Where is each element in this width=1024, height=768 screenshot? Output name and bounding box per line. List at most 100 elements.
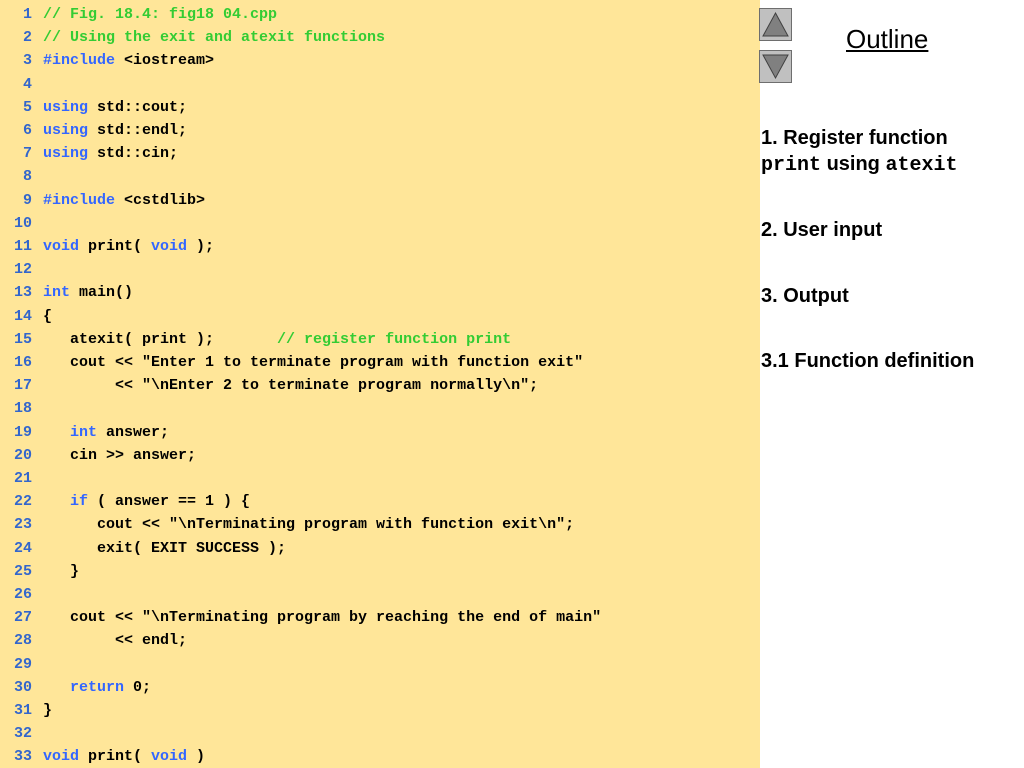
code-line: 23 cout << "\nTerminating program with f… [0,513,574,536]
code-line: 12 [0,258,43,281]
code-line: 4 [0,73,43,96]
code-line: 31} [0,699,52,722]
line-number: 10 [13,214,32,232]
code-line: 6 using std::endl; [0,119,187,142]
line-number: 2 [22,29,32,47]
code-keyword: void [43,748,80,766]
code-text: << endl; [43,632,188,650]
code-line: 15 atexit( print ); // register function… [0,328,511,351]
code-text: print( [79,238,152,255]
code-keyword: #include [43,191,116,209]
code-line: 10 [0,212,43,235]
line-number: 12 [13,261,32,279]
code-comment: // Using the exit and atexit functions [43,29,386,47]
code-text: cout << "Enter 1 to terminate program wi… [43,354,584,371]
code-text: cout << "\nTerminating program with func… [43,516,575,534]
code-keyword: if [70,493,89,511]
line-number: 17 [13,377,32,395]
code-text: <iostream> [115,52,215,70]
line-number: 6 [22,122,32,139]
code-comment: // register function print [277,330,512,348]
code-line: 3 #include <iostream> [0,49,214,72]
line-number: 18 [13,400,32,418]
code-text: exit( EXIT SUCCESS ); [43,539,287,557]
code-line: 20 cin >> answer; [0,444,196,467]
code-text: <cstdlib> [115,191,206,209]
line-number: 23 [13,516,32,534]
code-line: 27 cout << "\nTerminating program by rea… [0,606,601,629]
line-number: 22 [13,493,32,511]
line-number: 25 [13,562,32,580]
line-number: 21 [13,470,32,487]
code-line: 19 int answer; [0,421,169,444]
code-text: ) [187,748,206,766]
line-number: 29 [13,655,32,673]
code-line: 1 // Fig. 18.4: fig18 04.cpp [0,3,277,26]
code-line: 8 [0,165,43,188]
outline-item-register: 1. Register function print using atexit [761,125,1023,179]
line-number: 8 [22,168,32,186]
code-line: 7 using std::cin; [0,142,178,165]
code-text: } [43,702,53,719]
line-number: 15 [13,330,32,348]
line-number: 33 [13,748,32,766]
code-text: cin >> answer; [43,446,197,464]
code-line: 11 void print( void ); [0,235,214,258]
code-line: 13 int main() [0,281,133,304]
outline-code-print: print [761,154,822,177]
code-line: 28 << endl; [0,629,187,652]
code-listing: 1 // Fig. 18.4: fig18 04.cpp 2 // Using the… [0,0,760,768]
line-number: 3 [22,52,32,70]
code-line: 22 if ( answer == 1 ) { [0,490,250,513]
code-text: ( answer == 1 ) { [88,493,251,511]
line-number: 13 [13,284,32,302]
code-text: std::cout; [88,98,188,116]
code-text: print( [79,748,152,766]
code-line: 9 #include <cstdlib> [0,189,205,212]
line-number: 30 [13,678,32,696]
code-line: 14 { [0,305,52,328]
code-line: 18 [0,397,43,420]
code-text: << "\nEnter 2 to terminate program norma… [43,377,539,395]
code-text: main() [70,284,134,302]
line-number: 7 [22,145,32,163]
line-number: 16 [13,354,32,371]
code-text: std::endl; [88,122,188,139]
code-line: 24 exit( EXIT SUCCESS ); [0,537,286,560]
previous-slide-button[interactable] [759,8,792,41]
next-slide-button[interactable] [759,50,792,83]
code-text: answer; [97,423,170,441]
code-line: 33 void print( void ) [0,745,205,768]
line-number: 28 [13,632,32,650]
code-keyword: int [70,423,98,441]
line-number: 9 [22,191,32,209]
code-text: ); [187,238,215,255]
code-text: { [43,307,53,325]
code-line: 2 // Using the exit and atexit functions [0,26,385,49]
line-number: 14 [13,307,32,325]
code-keyword: int [43,284,71,302]
line-number: 5 [22,98,32,116]
outline-code-atexit: atexit [885,154,958,177]
code-line: 25 } [0,560,79,583]
code-keyword: #include [43,52,116,70]
line-number: 32 [13,725,32,743]
code-text: atexit( print ); [43,330,278,348]
line-number: 26 [13,586,32,603]
triangle-down-icon [762,54,789,80]
code-line: 17 << "\nEnter 2 to terminate program no… [0,374,538,397]
outline-title[interactable]: Outline [846,24,928,55]
code-text: } [43,562,80,580]
code-line: 32 [0,722,43,745]
code-keyword: void [151,238,188,255]
code-keyword: void [43,238,80,255]
code-keyword: using [43,98,89,116]
code-keyword: using [43,122,89,139]
code-keyword: using [43,145,89,163]
code-text: 0; [124,678,152,696]
code-keyword: void [151,748,188,766]
line-number: 27 [13,609,32,627]
outline-item-register-label: 1. Register function [761,127,948,149]
